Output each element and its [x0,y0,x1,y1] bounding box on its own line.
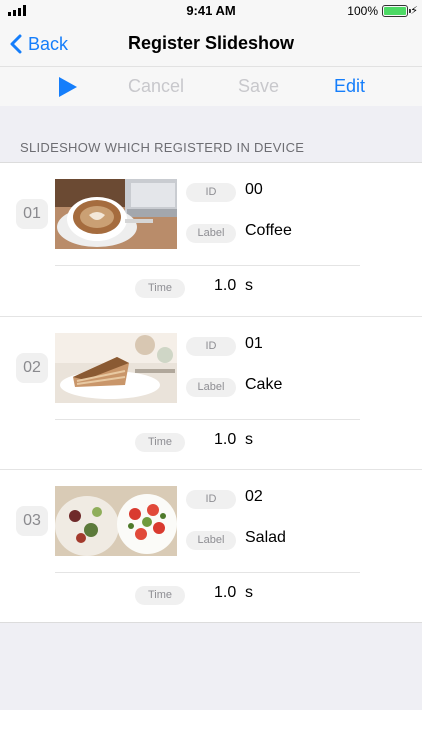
time-tag: Time [135,279,185,298]
edit-button[interactable]: Edit [334,76,365,97]
battery-percentage: 100% [347,4,378,18]
slideshow-list: 01 ID 00 Label Coffee Time 1.0 s 02 ID 0… [0,162,422,623]
slide-row[interactable]: 01 ID 00 Label Coffee Time 1.0 s [0,163,422,316]
label-tag: Label [186,531,236,550]
slide-row[interactable]: 03 ID 02 Label Salad Time 1.0 s [0,469,422,622]
section-header: SLIDESHOW WHICH REGISTERD IN DEVICE [0,106,422,162]
slide-thumbnail-coffee [55,179,177,249]
slide-time-unit: s [245,584,253,601]
save-button[interactable]: Save [238,76,279,97]
navigation-bar: Back Register Slideshow [0,22,422,66]
slide-id-value: 00 [245,181,263,198]
slide-time-unit: s [245,431,253,448]
section-header-label: SLIDESHOW WHICH REGISTERD IN DEVICE [20,140,305,155]
label-tag: Label [186,378,236,397]
time-tag: Time [135,433,185,452]
slide-id-value: 01 [245,335,263,352]
row-divider [55,419,360,420]
slide-label-value[interactable]: Coffee [245,222,292,240]
id-tag: ID [186,337,236,356]
id-tag: ID [186,183,236,202]
time-tag: Time [135,586,185,605]
row-divider [55,572,360,573]
slide-row[interactable]: 02 ID 01 Label Cake Time 1.0 s [0,316,422,469]
cancel-button[interactable]: Cancel [128,76,184,97]
battery-icon [382,5,411,17]
row-divider [55,265,360,266]
bottom-area [0,710,422,750]
slide-time-value[interactable]: 1.0 [214,584,236,602]
slide-label-value[interactable]: Cake [245,376,282,394]
page-title: Register Slideshow [127,33,295,53]
label-tag: Label [186,224,236,243]
slide-index-badge: 01 [16,199,48,229]
slide-thumbnail-cake [55,333,177,403]
slide-thumbnail-salad [55,486,177,556]
slide-time-value[interactable]: 1.0 [214,431,236,449]
status-bar: 9:41 AM 100% ⚡ [0,0,422,22]
content-area: SLIDESHOW WHICH REGISTERD IN DEVICE 01 I… [0,106,422,710]
slide-index-badge: 03 [16,506,48,536]
slide-label-value[interactable]: Salad [245,529,286,547]
play-icon[interactable] [56,76,78,98]
charging-bolt-icon: ⚡ [410,5,418,17]
slide-id-value: 02 [245,488,263,505]
slide-time-unit: s [245,277,253,294]
id-tag: ID [186,490,236,509]
slide-index-badge: 02 [16,353,48,383]
slide-time-value[interactable]: 1.0 [214,277,236,295]
toolbar: Cancel Save Edit [0,66,422,106]
